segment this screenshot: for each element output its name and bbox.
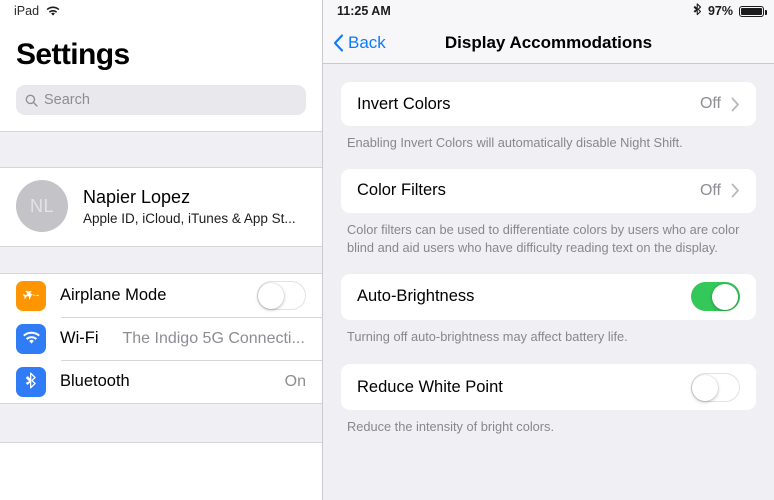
wifi-icon bbox=[46, 6, 60, 17]
sidebar-item-airplane-mode[interactable]: Airplane Mode bbox=[0, 274, 322, 317]
settings-sidebar: iPad Settings Search NL Napier Lopez App… bbox=[0, 0, 323, 500]
chevron-right-icon bbox=[731, 183, 740, 198]
color-filters-footnote: Color filters can be used to differentia… bbox=[347, 221, 740, 256]
invert-colors-value: Off bbox=[699, 95, 721, 112]
avatar: NL bbox=[16, 180, 68, 232]
airplane-mode-toggle[interactable] bbox=[257, 281, 306, 310]
bluetooth-icon bbox=[16, 366, 46, 397]
reduce-white-point-footnote: Reduce the intensity of bright colors. bbox=[347, 419, 554, 435]
account-row[interactable]: NL Napier Lopez Apple ID, iCloud, iTunes… bbox=[0, 168, 322, 246]
back-button[interactable]: Back bbox=[323, 33, 386, 53]
sidebar-section-gap-3 bbox=[0, 403, 322, 443]
sidebar-section-gap-1 bbox=[0, 131, 322, 168]
row-accessory: Off bbox=[700, 182, 740, 200]
status-time: 11:25 AM bbox=[337, 4, 391, 18]
battery-icon bbox=[739, 5, 767, 17]
back-button-label: Back bbox=[348, 32, 386, 52]
battery-percent: 97% bbox=[707, 4, 733, 18]
row-label: Reduce White Point bbox=[357, 377, 503, 396]
wifi-icon bbox=[16, 323, 46, 354]
bluetooth-icon bbox=[693, 2, 702, 20]
detail-title: Display Accommodations bbox=[444, 32, 653, 52]
sidebar-item-label: Airplane Mode bbox=[60, 286, 167, 304]
sidebar-status-bar: iPad bbox=[0, 0, 322, 22]
color-filters-value: Off bbox=[699, 181, 721, 199]
page-title: Settings bbox=[16, 38, 130, 71]
toggle-knob bbox=[712, 283, 738, 310]
account-texts: Napier Lopez Apple ID, iCloud, iTunes & … bbox=[83, 187, 296, 226]
status-right-group: 97% bbox=[693, 2, 767, 20]
auto-brightness-footnote: Turning off auto-brightness may affect b… bbox=[347, 328, 628, 344]
airplane-icon bbox=[16, 280, 46, 311]
ipad-settings-screen: iPad Settings Search NL Napier Lopez App… bbox=[0, 0, 774, 500]
chevron-right-icon bbox=[731, 97, 740, 112]
search-placeholder: Search bbox=[44, 92, 90, 108]
invert-colors-footnote: Enabling Invert Colors will automaticall… bbox=[347, 135, 683, 150]
search-icon bbox=[25, 94, 38, 107]
search-container: Search bbox=[0, 72, 322, 115]
reduce-white-point-toggle[interactable] bbox=[691, 372, 740, 402]
detail-status-bar: 11:25 AM 97% bbox=[323, 0, 774, 22]
sidebar-item-bluetooth[interactable]: Bluetooth On bbox=[0, 360, 322, 403]
detail-content: Invert Colors Off Enabling Invert Colors… bbox=[323, 64, 774, 437]
detail-pane: 11:25 AM 97% Back Display Accommodations… bbox=[323, 0, 774, 500]
account-subtitle: Apple ID, iCloud, iTunes & App St... bbox=[83, 210, 296, 226]
toggle-knob bbox=[692, 374, 718, 401]
battery-fill bbox=[741, 7, 762, 15]
chevron-left-icon bbox=[333, 33, 344, 52]
reduce-white-point-row[interactable]: Reduce White Point bbox=[341, 364, 756, 411]
search-input[interactable]: Search bbox=[16, 85, 306, 115]
sidebar-section-gap-2 bbox=[0, 246, 322, 274]
row-label: Color Filters bbox=[357, 181, 446, 200]
auto-brightness-row[interactable]: Auto-Brightness bbox=[341, 273, 756, 320]
wifi-network-value: The Indigo 5G Connecti... bbox=[122, 329, 305, 347]
row-label: Auto-Brightness bbox=[357, 287, 475, 306]
sidebar-item-label: Bluetooth bbox=[60, 372, 130, 390]
color-filters-row[interactable]: Color Filters Off bbox=[341, 168, 756, 213]
sidebar-item-label: Wi-Fi bbox=[60, 329, 99, 347]
row-accessory: Off bbox=[700, 95, 740, 113]
account-name: Napier Lopez bbox=[83, 186, 191, 207]
device-label: iPad bbox=[14, 4, 40, 18]
invert-colors-row[interactable]: Invert Colors Off bbox=[341, 82, 756, 126]
bluetooth-state-value: On bbox=[284, 372, 306, 390]
toggle-knob bbox=[258, 283, 284, 309]
row-label: Invert Colors bbox=[357, 94, 451, 113]
detail-navbar: Back Display Accommodations bbox=[323, 22, 774, 64]
sidebar-item-wifi[interactable]: Wi-Fi The Indigo 5G Connecti... bbox=[0, 317, 322, 360]
auto-brightness-toggle[interactable] bbox=[691, 282, 740, 312]
